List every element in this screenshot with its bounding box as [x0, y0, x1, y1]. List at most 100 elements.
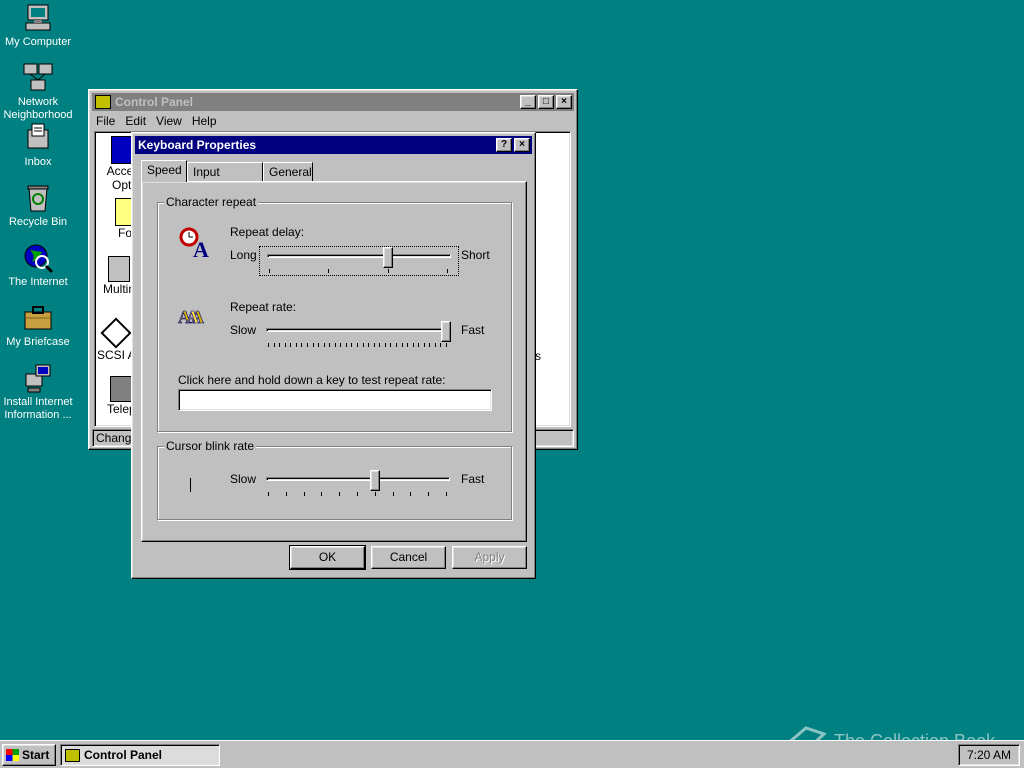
delay-max-label: Short: [461, 248, 490, 262]
repeat-rate-slider[interactable]: [259, 321, 459, 351]
repeat-delay-slider[interactable]: [259, 246, 459, 276]
keyboard-properties-dialog: Keyboard Properties ? × Speed Input Loca…: [131, 132, 536, 579]
desktop-icon-briefcase[interactable]: My Briefcase: [0, 302, 76, 349]
slider-tick: [446, 492, 447, 496]
taskbar-button-control-panel[interactable]: Control Panel: [60, 744, 220, 766]
slider-tick: [285, 343, 286, 347]
slider-tick: [279, 343, 280, 347]
repeat-delay-label: Repeat delay:: [230, 225, 305, 239]
slider-tick: [447, 269, 448, 273]
clock[interactable]: 7:20 AM: [967, 748, 1011, 762]
desktop-icon-install[interactable]: Install Internet Information ...: [0, 362, 76, 422]
slider-tick: [440, 343, 441, 347]
svg-text:A: A: [193, 237, 209, 259]
slider-tick: [396, 343, 397, 347]
help-button[interactable]: ?: [496, 138, 512, 152]
apply-button[interactable]: Apply: [452, 546, 527, 569]
slider-tick: [268, 343, 269, 347]
slider-tick: [274, 343, 275, 347]
svg-text:A: A: [186, 307, 199, 327]
tab-label: General: [269, 165, 312, 179]
repeat-delay-icon: A: [178, 225, 212, 262]
menu-help[interactable]: Help: [192, 114, 217, 128]
maximize-button[interactable]: □: [538, 95, 554, 109]
blink-max-label: Fast: [461, 472, 485, 486]
slider-tick: [368, 343, 369, 347]
slider-thumb[interactable]: [383, 247, 393, 268]
desktop-icon-my-computer[interactable]: My Computer: [0, 2, 76, 49]
multimedia-icon: [108, 256, 130, 282]
slider-track: [266, 328, 450, 332]
system-tray: 7:20 AM: [958, 744, 1020, 766]
cursor-preview-icon: [190, 478, 191, 492]
slider-tick: [388, 269, 389, 273]
taskbar: Start Control Panel 7:20 AM: [0, 740, 1024, 768]
item-label: Fo: [117, 226, 132, 240]
slider-tick: [428, 492, 429, 496]
dialog-titlebar[interactable]: Keyboard Properties ? ×: [135, 136, 532, 154]
desktop-icon-label: The Internet: [8, 276, 68, 288]
tab-input-locales[interactable]: Input Locales: [187, 162, 263, 197]
control-panel-titlebar[interactable]: Control Panel _ □ ×: [92, 93, 574, 111]
cancel-button[interactable]: Cancel: [371, 546, 446, 569]
slider-track: [267, 254, 451, 258]
group-legend: Cursor blink rate: [164, 439, 257, 453]
cursor-blink-slider[interactable]: [259, 470, 459, 500]
slider-tick: [374, 343, 375, 347]
slider-track: [266, 477, 450, 481]
close-button[interactable]: ×: [514, 138, 530, 152]
menu-file[interactable]: File: [96, 114, 115, 128]
menu-view[interactable]: View: [156, 114, 182, 128]
control-panel-app-icon: [65, 748, 80, 762]
slider-tick: [313, 343, 314, 347]
button-label: OK: [318, 550, 337, 564]
internet-icon: [22, 242, 54, 274]
control-panel-item[interactable]: SCSI A: [97, 317, 136, 362]
slider-tick: [390, 343, 391, 347]
slider-tick: [363, 343, 364, 347]
desktop-icon-internet[interactable]: The Internet: [0, 242, 76, 289]
menu-edit[interactable]: Edit: [125, 114, 146, 128]
close-button[interactable]: ×: [556, 95, 572, 109]
character-repeat-group: Character repeat A Repeat delay: Long Sh…: [157, 195, 512, 432]
tab-general[interactable]: General: [263, 162, 313, 181]
slider-tick: [290, 343, 291, 347]
slider-tick: [304, 492, 305, 496]
slider-tick: [375, 492, 376, 496]
test-repeat-input[interactable]: [178, 389, 492, 411]
slider-tick: [424, 343, 425, 347]
slider-tick: [407, 343, 408, 347]
slider-thumb[interactable]: [441, 321, 451, 342]
ok-button[interactable]: OK: [289, 545, 366, 570]
slider-tick: [318, 343, 319, 347]
slider-tick: [339, 492, 340, 496]
start-button[interactable]: Start: [2, 744, 56, 766]
control-panel-menubar: File Edit View Help: [92, 111, 574, 130]
button-label: Cancel: [389, 550, 428, 564]
desktop-icon-label: My Computer: [4, 36, 72, 48]
test-repeat-label: Click here and hold down a key to test r…: [178, 373, 446, 387]
slider-thumb[interactable]: [370, 470, 380, 491]
briefcase-icon: [22, 302, 54, 334]
control-panel-app-icon: [95, 95, 111, 109]
desktop-icon-label: Install Internet Information ...: [3, 396, 73, 421]
telephony-icon: [110, 376, 133, 402]
install-icon: [22, 362, 54, 394]
tab-speed[interactable]: Speed: [141, 160, 187, 182]
desktop-icon-label: Inbox: [24, 156, 52, 168]
start-label: Start: [22, 748, 50, 762]
desktop-icon-inbox[interactable]: Inbox: [0, 122, 76, 169]
slider-tick: [410, 492, 411, 496]
inbox-icon: [22, 122, 54, 154]
repeat-rate-label: Repeat rate:: [230, 300, 297, 314]
desktop-icon-network[interactable]: Network Neighborhood: [0, 62, 76, 122]
desktop-icon-recycle-bin[interactable]: Recycle Bin: [0, 182, 76, 229]
task-label: Control Panel: [84, 748, 163, 762]
slider-tick: [379, 343, 380, 347]
slider-tick: [307, 343, 308, 347]
button-label: Apply: [474, 550, 505, 564]
minimize-button[interactable]: _: [520, 95, 536, 109]
slider-tick: [346, 343, 347, 347]
slider-tick: [413, 343, 414, 347]
slider-tick: [393, 492, 394, 496]
